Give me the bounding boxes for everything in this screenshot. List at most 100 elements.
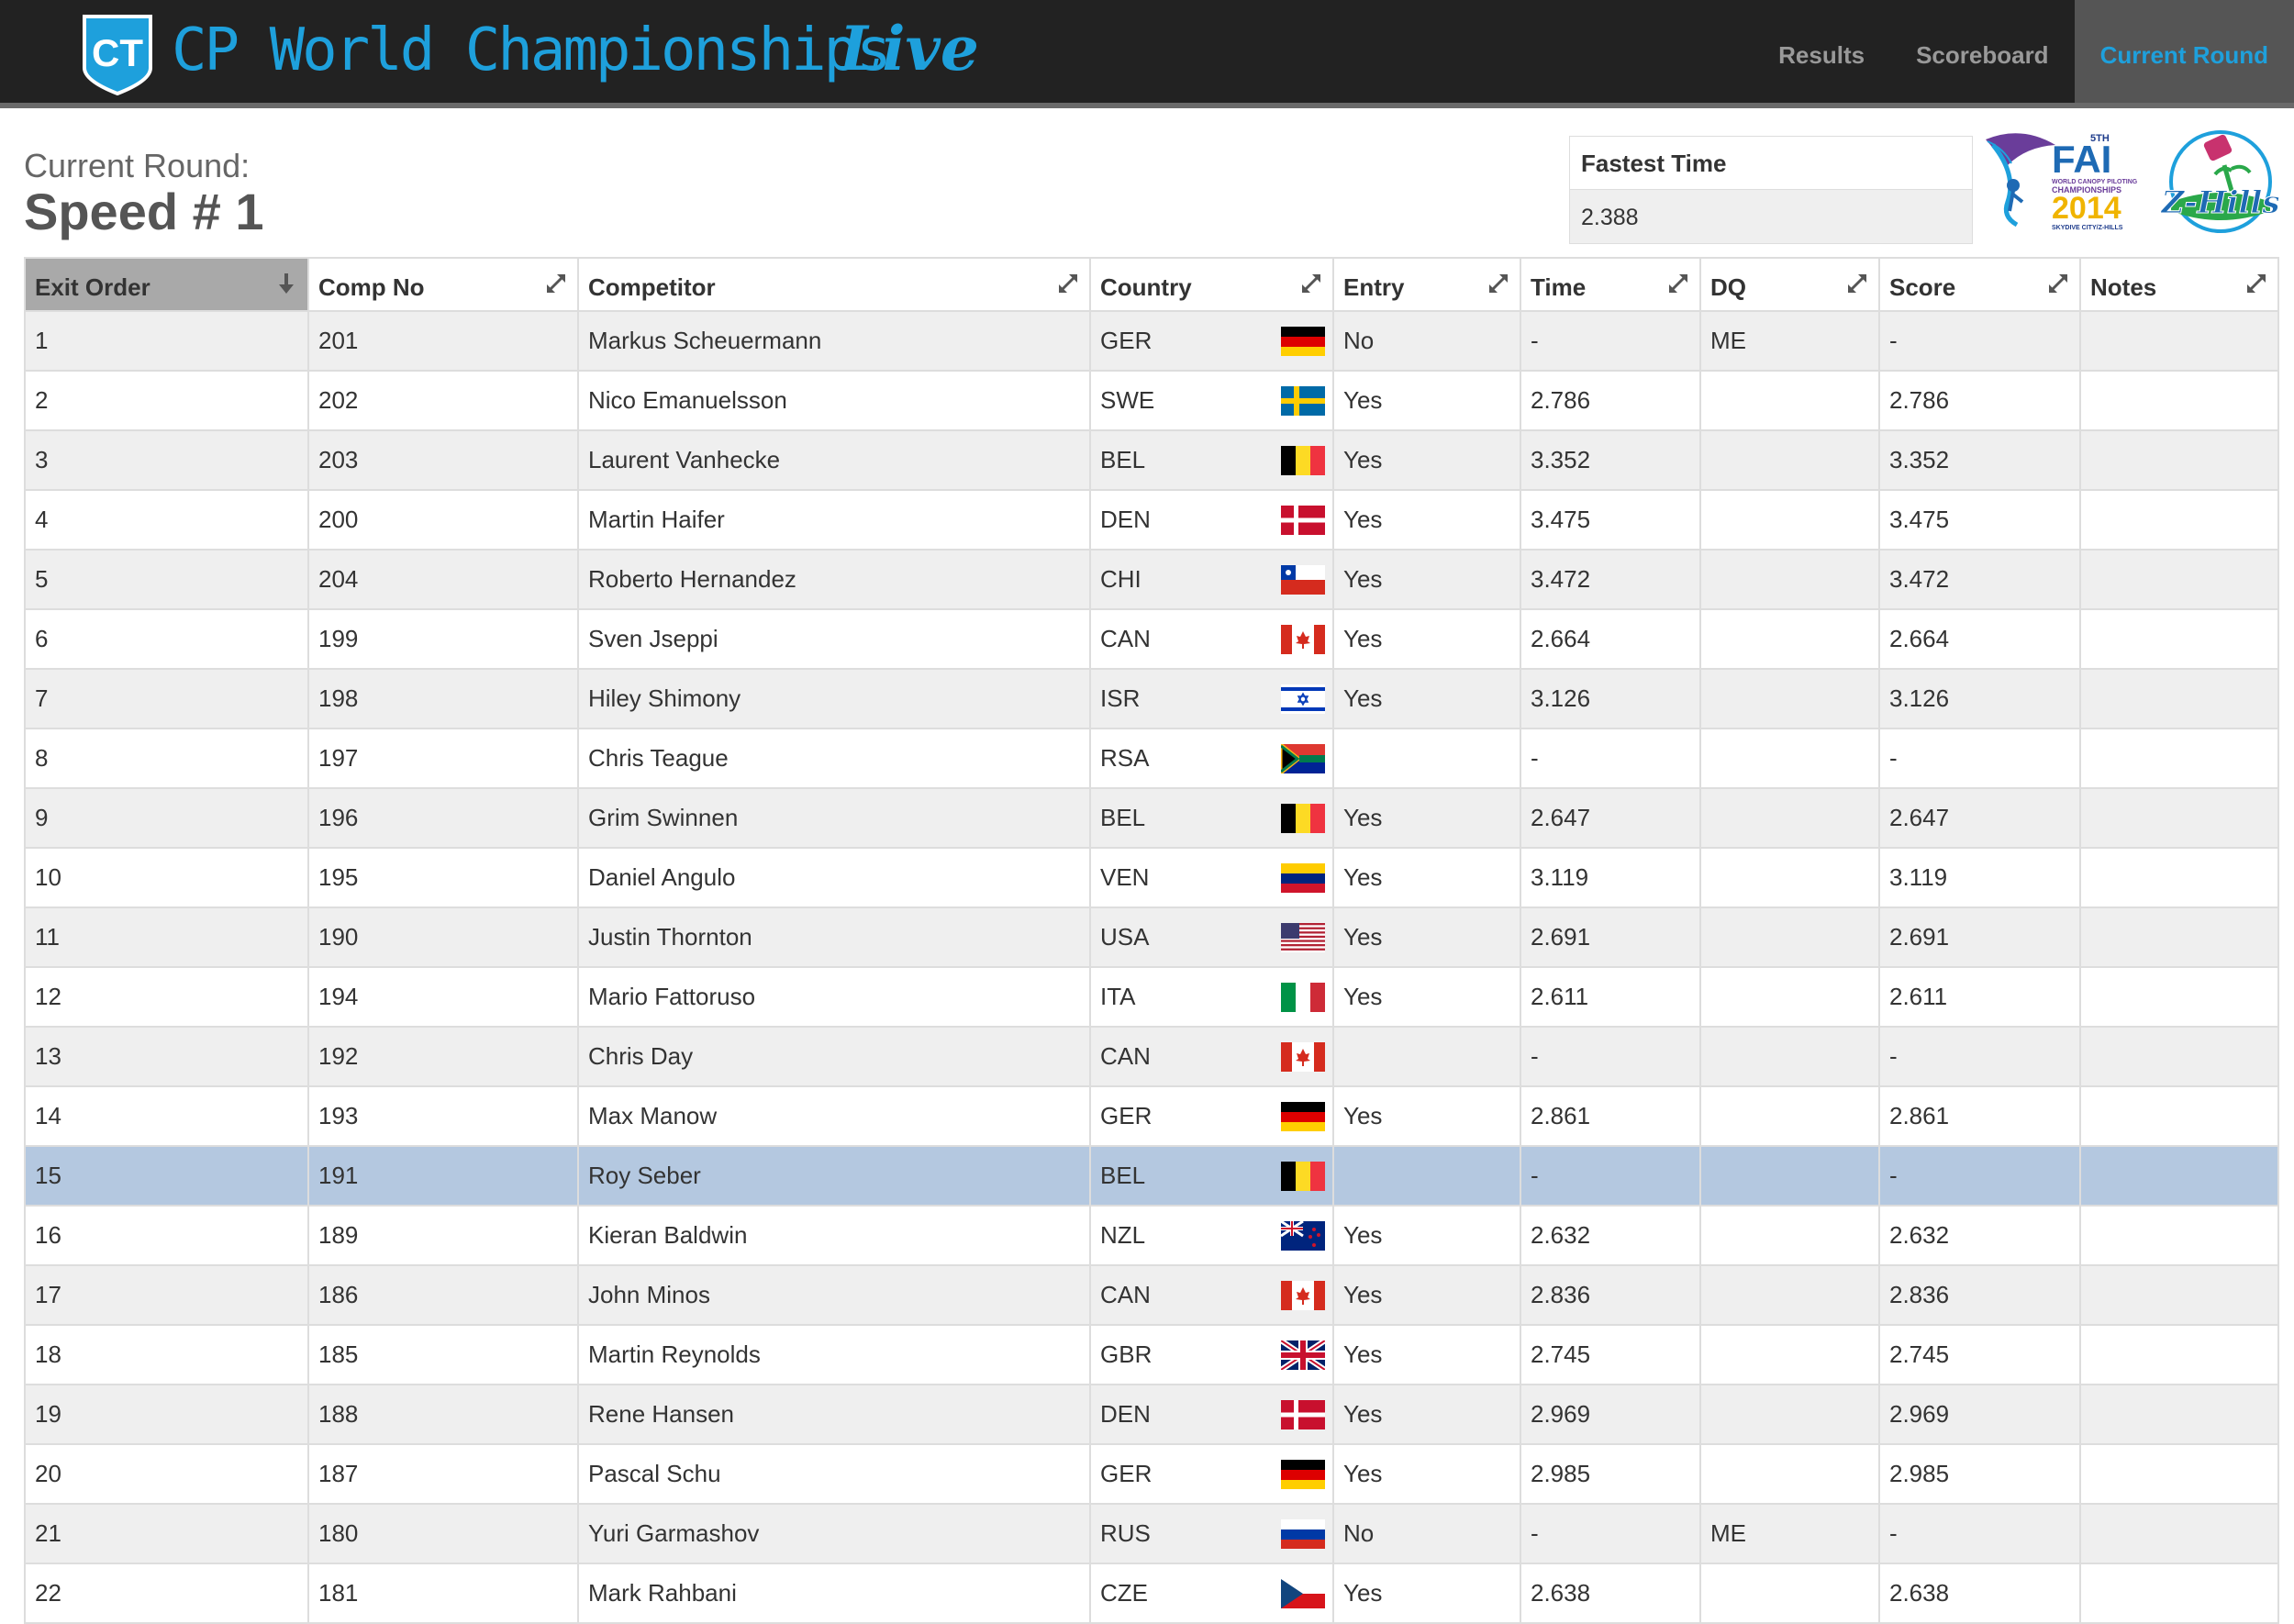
entry-cell: Yes [1332, 608, 1521, 670]
dq-cell [1699, 1145, 1880, 1207]
table-row[interactable]: 21 180 Yuri Garmashov RUS No - ME - [24, 1503, 2279, 1564]
column-header-country[interactable]: Country [1089, 257, 1334, 312]
table-row[interactable]: 12 194 Mario Fattoruso ITA Yes 2.611 2.611 [24, 966, 2279, 1028]
country-code: USA [1100, 923, 1150, 951]
competitor-cell: Rene Hansen [577, 1384, 1091, 1445]
country-cell: CAN [1089, 1264, 1334, 1326]
entry-cell: Yes [1332, 1264, 1521, 1326]
score-cell: 2.985 [1878, 1443, 2081, 1505]
notes-cell [2079, 1324, 2279, 1385]
table-row[interactable]: 22 181 Mark Rahbani CZE Yes 2.638 2.638 [24, 1563, 2279, 1624]
column-header-score[interactable]: Score [1878, 257, 2081, 312]
resize-icon[interactable] [1665, 270, 1692, 297]
table-row[interactable]: 5 204 Roberto Hernandez CHI Yes 3.472 3.472 [24, 549, 2279, 610]
country-cell: CAN [1089, 1026, 1334, 1087]
flag-ven-icon [1281, 863, 1325, 893]
table-row[interactable]: 6 199 Sven Jseppi CAN Yes 2.664 2.664 [24, 608, 2279, 670]
time-cell: 2.985 [1520, 1443, 1701, 1505]
exit-order-cell: 21 [24, 1503, 309, 1564]
table-row[interactable]: 1 201 Markus Scheuermann GER No - ME - [24, 310, 2279, 372]
notes-cell [2079, 310, 2279, 372]
score-cell: 3.126 [1878, 668, 2081, 729]
table-row[interactable]: 8 197 Chris Teague RSA - - [24, 728, 2279, 789]
table-row[interactable]: 18 185 Martin Reynolds GBR Yes 2.745 2.745 [24, 1324, 2279, 1385]
competitor-cell: John Minos [577, 1264, 1091, 1326]
dq-cell [1699, 1026, 1880, 1087]
exit-order-cell: 7 [24, 668, 309, 729]
notes-cell [2079, 1563, 2279, 1624]
dq-cell [1699, 847, 1880, 908]
flag-bel-icon [1281, 446, 1325, 475]
dq-cell [1699, 429, 1880, 491]
dq-cell [1699, 1384, 1880, 1445]
time-cell: 2.638 [1520, 1563, 1701, 1624]
score-cell: 2.664 [1878, 608, 2081, 670]
column-header-time[interactable]: Time [1520, 257, 1701, 312]
notes-cell [2079, 1503, 2279, 1564]
comp-no-cell: 198 [307, 668, 579, 729]
dq-cell [1699, 668, 1880, 729]
sort-down-icon[interactable] [273, 270, 300, 297]
column-header-exit-order[interactable]: Exit Order [24, 257, 309, 312]
table-row[interactable]: 16 189 Kieran Baldwin NZL Yes 2.632 2.632 [24, 1205, 2279, 1266]
table-row[interactable]: 11 190 Justin Thornton USA Yes 2.691 2.691 [24, 907, 2279, 968]
resize-icon[interactable] [2044, 270, 2072, 297]
column-header-dq[interactable]: DQ [1699, 257, 1880, 312]
fai-name: FAI [2052, 138, 2111, 181]
comp-no-cell: 189 [307, 1205, 579, 1266]
country-code: CAN [1100, 1042, 1151, 1070]
competitor-cell: Chris Day [577, 1026, 1091, 1087]
comp-no-cell: 191 [307, 1145, 579, 1207]
table-row[interactable]: 10 195 Daniel Angulo VEN Yes 3.119 3.119 [24, 847, 2279, 908]
resize-icon[interactable] [1054, 270, 1082, 297]
fastest-time-value: 2.388 [1570, 190, 1972, 243]
nav-results[interactable]: Results [1753, 0, 1890, 103]
column-header-comp-no[interactable]: Comp No [307, 257, 579, 312]
table-row[interactable]: 9 196 Grim Swinnen BEL Yes 2.647 2.647 [24, 787, 2279, 849]
table-row[interactable]: 13 192 Chris Day CAN - - [24, 1026, 2279, 1087]
time-cell: 3.475 [1520, 489, 1701, 551]
time-cell: 2.969 [1520, 1384, 1701, 1445]
nav-scoreboard[interactable]: Scoreboard [1890, 0, 2075, 103]
table-row[interactable]: 14 193 Max Manow GER Yes 2.861 2.861 [24, 1085, 2279, 1147]
table-row[interactable]: 3 203 Laurent Vanhecke BEL Yes 3.352 3.352 [24, 429, 2279, 491]
resize-icon[interactable] [1843, 270, 1871, 297]
dq-cell [1699, 787, 1880, 849]
table-row[interactable]: 20 187 Pascal Schu GER Yes 2.985 2.985 [24, 1443, 2279, 1505]
notes-cell [2079, 787, 2279, 849]
competitor-cell: Martin Reynolds [577, 1324, 1091, 1385]
time-cell: - [1520, 1503, 1701, 1564]
notes-cell [2079, 608, 2279, 670]
dq-cell [1699, 728, 1880, 789]
entry-cell: Yes [1332, 966, 1521, 1028]
time-cell: 3.472 [1520, 549, 1701, 610]
time-cell: - [1520, 728, 1701, 789]
table-row[interactable]: 19 188 Rene Hansen DEN Yes 2.969 2.969 [24, 1384, 2279, 1445]
dq-cell [1699, 608, 1880, 670]
column-header-competitor[interactable]: Competitor [577, 257, 1091, 312]
flag-gbr-icon [1281, 1340, 1325, 1370]
nav-current-round[interactable]: Current Round [2074, 0, 2294, 103]
table-row[interactable]: 4 200 Martin Haifer DEN Yes 3.475 3.475 [24, 489, 2279, 551]
table-row[interactable]: 7 198 Hiley Shimony ISR Yes 3.126 3.126 [24, 668, 2279, 729]
country-cell: CHI [1089, 549, 1334, 610]
column-header-label: Comp No [318, 273, 425, 301]
comp-no-cell: 200 [307, 489, 579, 551]
flag-can-icon [1281, 625, 1325, 654]
table-row[interactable]: 17 186 John Minos CAN Yes 2.836 2.836 [24, 1264, 2279, 1326]
competitor-cell: Laurent Vanhecke [577, 429, 1091, 491]
competitor-cell: Grim Swinnen [577, 787, 1091, 849]
score-cell: 3.472 [1878, 549, 2081, 610]
table-row[interactable]: 15 191 Roy Seber BEL - - [24, 1145, 2279, 1207]
resize-icon[interactable] [2243, 270, 2270, 297]
ct-logo-icon[interactable]: CT [81, 13, 154, 96]
flag-rus-icon [1281, 1519, 1325, 1549]
dq-cell [1699, 966, 1880, 1028]
dq-cell [1699, 1443, 1880, 1505]
resize-icon[interactable] [1485, 270, 1512, 297]
resize-icon[interactable] [542, 270, 570, 297]
column-header-notes[interactable]: Notes [2079, 257, 2279, 312]
column-header-entry[interactable]: Entry [1332, 257, 1521, 312]
table-row[interactable]: 2 202 Nico Emanuelsson SWE Yes 2.786 2.786 [24, 370, 2279, 431]
resize-icon[interactable] [1297, 270, 1325, 297]
